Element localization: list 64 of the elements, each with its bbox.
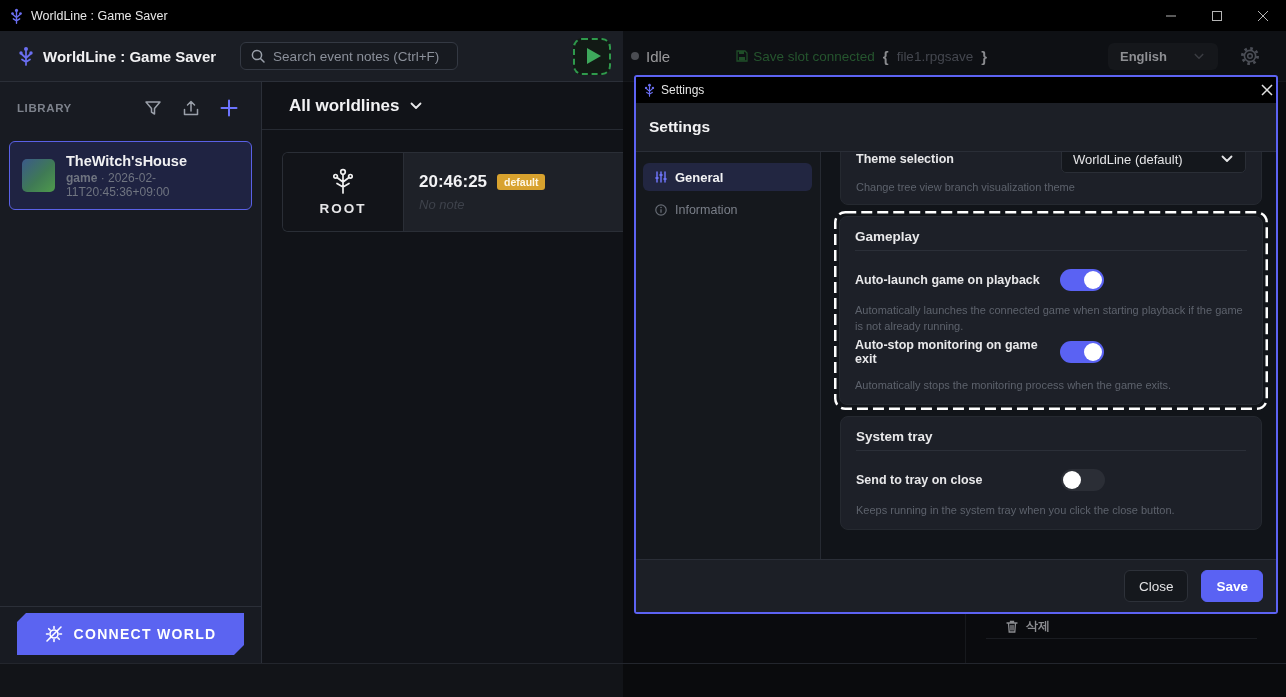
- setting-description: Change tree view branch visualization theme: [856, 180, 1076, 195]
- section-title: Gameplay: [855, 228, 921, 245]
- chevron-down-icon: [1194, 52, 1204, 60]
- toggle-switch[interactable]: [1060, 269, 1104, 291]
- trash-icon: [1006, 619, 1018, 633]
- toggle-switch[interactable]: [1061, 469, 1105, 491]
- close-icon[interactable]: [1258, 10, 1268, 21]
- app-name: WorldLine : Game Saver: [43, 47, 217, 65]
- info-icon: [655, 204, 667, 216]
- chevron-down-icon: [1221, 155, 1233, 163]
- close-button[interactable]: Close: [1123, 570, 1189, 602]
- setting-label: Auto-launch game on playback: [855, 273, 1041, 287]
- dialog-title: Settings: [649, 118, 711, 136]
- play-button[interactable]: [573, 37, 611, 75]
- search-field[interactable]: Search event notes (Ctrl+F): [240, 42, 459, 70]
- play-icon: [585, 47, 602, 65]
- game-meta: game · 2026-02-11T20:45:36+09:00: [66, 171, 171, 199]
- setting-label: Theme selection: [856, 152, 955, 166]
- library-heading: LIBRARY: [17, 102, 72, 114]
- sliders-icon: [655, 171, 667, 183]
- save-file-name: file1.rpgsave: [896, 48, 974, 64]
- game-title: TheWitch'sHouse: [66, 152, 188, 170]
- event-time: 20:46:25: [419, 172, 488, 192]
- nav-item[interactable]: Information: [643, 196, 812, 224]
- close-icon[interactable]: [1261, 84, 1273, 96]
- cover-image-placeholder: [22, 159, 55, 192]
- app-logo-icon: [18, 46, 34, 66]
- filter-icon[interactable]: [144, 99, 162, 117]
- search-icon: [251, 49, 266, 63]
- app-logo-icon: [644, 83, 655, 97]
- theme-select[interactable]: WorldLine (default): [1061, 152, 1246, 173]
- maximize-icon[interactable]: [1212, 10, 1222, 21]
- add-icon[interactable]: [220, 99, 238, 117]
- save-button[interactable]: Save: [1201, 570, 1263, 602]
- toggle-switch[interactable]: [1060, 341, 1104, 363]
- worldline-dropdown[interactable]: All worldlines: [289, 95, 422, 116]
- upload-icon[interactable]: [182, 99, 200, 117]
- nav-item[interactable]: General: [643, 163, 812, 191]
- setting-description: Automatically stops the monitoring process when the game exits.: [855, 378, 1173, 393]
- brace-text: {: [882, 47, 889, 65]
- minimize-icon[interactable]: [1166, 14, 1176, 17]
- status-dot-icon: [631, 52, 639, 60]
- delete-button[interactable]: 삭제: [1006, 617, 1050, 635]
- setting-description: Automatically launches the connected game when starting playback if the game is not already running.: [855, 303, 1244, 334]
- slashed-circle-icon: [44, 625, 63, 643]
- app-logo-icon: [10, 7, 23, 24]
- dialog-window-title: Settings: [661, 83, 705, 97]
- floppy-icon: [736, 50, 749, 62]
- save-slot-label: Save slot connected: [753, 48, 875, 64]
- setting-label: Send to tray on close: [856, 473, 984, 487]
- chevron-down-icon: [409, 101, 422, 110]
- connect-world-button[interactable]: CONNECT WORLD: [17, 613, 244, 655]
- root-label: ROOT: [319, 201, 367, 216]
- setting-label: Auto-stop monitoring on game exit: [855, 338, 1039, 366]
- setting-description: Keeps running in the system tray when you click the close button.: [856, 503, 1176, 518]
- tag-badge: default: [497, 174, 546, 190]
- section-title: System tray: [856, 428, 934, 445]
- tree-icon: [332, 168, 354, 194]
- brace-text: }: [981, 47, 987, 65]
- status-label: Idle: [646, 47, 671, 65]
- search-input[interactable]: Search event notes (Ctrl+F): [273, 46, 458, 66]
- language-select[interactable]: English: [1108, 42, 1218, 70]
- window-title: WorldLine : Game Saver: [31, 8, 168, 23]
- game-list-item[interactable]: TheWitch'sHouse game · 2026-02-11T20:45:36+09:00: [9, 141, 252, 210]
